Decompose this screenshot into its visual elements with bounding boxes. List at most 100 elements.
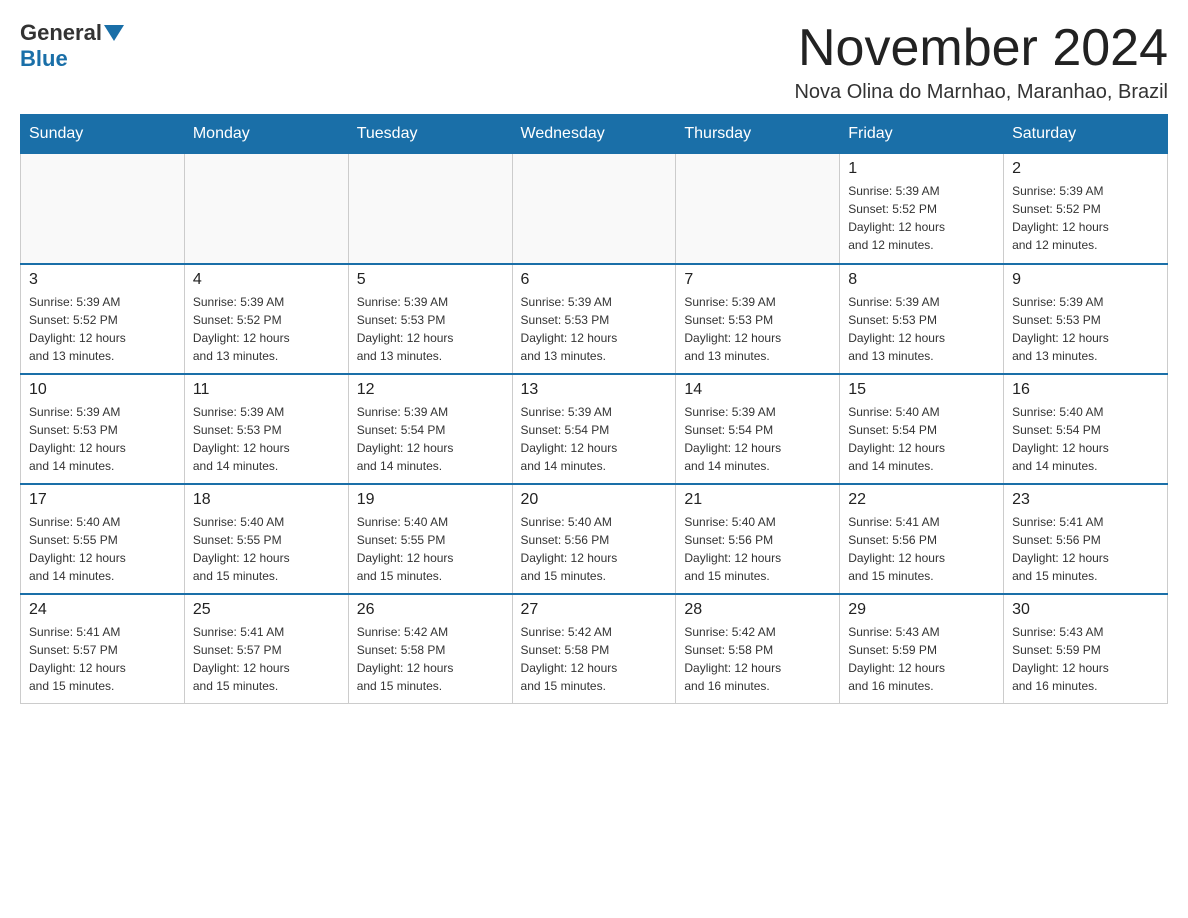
- day-number: 7: [684, 271, 831, 289]
- calendar-cell: [512, 154, 676, 264]
- day-info: Sunrise: 5:40 AMSunset: 5:55 PMDaylight:…: [193, 513, 340, 585]
- calendar-week-row: 17 Sunrise: 5:40 AMSunset: 5:55 PMDayligh…: [21, 484, 1168, 594]
- day-info: Sunrise: 5:43 AMSunset: 5:59 PMDaylight:…: [1012, 623, 1159, 695]
- day-number: 6: [521, 271, 668, 289]
- calendar-cell: 3 Sunrise: 5:39 AMSunset: 5:52 PMDaylight…: [21, 264, 185, 374]
- calendar-cell: 9Sunrise: 5:39 AMSunset: 5:53 PMDaylight…: [1004, 264, 1168, 374]
- day-info: Sunrise: 5:42 AMSunset: 5:58 PMDaylight:…: [357, 623, 504, 695]
- day-number: 28: [684, 601, 831, 619]
- day-number: 30: [1012, 601, 1159, 619]
- day-info: Sunrise: 5:42 AMSunset: 5:58 PMDaylight:…: [521, 623, 668, 695]
- day-number: 12: [357, 381, 504, 399]
- logo-general-text: General: [20, 20, 102, 46]
- calendar-cell: [348, 154, 512, 264]
- calendar-cell: 14Sunrise: 5:39 AMSunset: 5:54 PMDayligh…: [676, 374, 840, 484]
- calendar-cell: 20 Sunrise: 5:40 AMSunset: 5:56 PMDayligh…: [512, 484, 676, 594]
- calendar-cell: 23 Sunrise: 5:41 AMSunset: 5:56 PMDayligh…: [1004, 484, 1168, 594]
- day-info: Sunrise: 5:39 AMSunset: 5:54 PMDaylight:…: [357, 403, 504, 475]
- day-number: 10: [29, 381, 176, 399]
- title-section: November 2024 Nova Olina do Marnhao, Mar…: [794, 20, 1168, 104]
- calendar-cell: 26 Sunrise: 5:42 AMSunset: 5:58 PMDayligh…: [348, 594, 512, 704]
- weekday-header-tuesday: Tuesday: [348, 115, 512, 154]
- day-info: Sunrise: 5:43 AMSunset: 5:59 PMDaylight:…: [848, 623, 995, 695]
- day-info: Sunrise: 5:40 AMSunset: 5:55 PMDaylight:…: [29, 513, 176, 585]
- day-info: Sunrise: 5:39 AMSunset: 5:53 PMDaylight:…: [684, 293, 831, 365]
- day-number: 13: [521, 381, 668, 399]
- calendar-cell: 28Sunrise: 5:42 AMSunset: 5:58 PMDayligh…: [676, 594, 840, 704]
- calendar-cell: 4 Sunrise: 5:39 AMSunset: 5:52 PMDaylight…: [184, 264, 348, 374]
- calendar-week-row: 24Sunrise: 5:41 AMSunset: 5:57 PMDayligh…: [21, 594, 1168, 704]
- day-info: Sunrise: 5:39 AMSunset: 5:53 PMDaylight:…: [521, 293, 668, 365]
- calendar-cell: 21 Sunrise: 5:40 AMSunset: 5:56 PMDayligh…: [676, 484, 840, 594]
- day-number: 18: [193, 491, 340, 509]
- day-number: 15: [848, 381, 995, 399]
- calendar-cell: [21, 154, 185, 264]
- day-number: 16: [1012, 381, 1159, 399]
- day-number: 19: [357, 491, 504, 509]
- logo-blue-text: Blue: [20, 46, 68, 71]
- weekday-header-saturday: Saturday: [1004, 115, 1168, 154]
- day-number: 25: [193, 601, 340, 619]
- calendar-cell: 30 Sunrise: 5:43 AMSunset: 5:59 PMDayligh…: [1004, 594, 1168, 704]
- day-info: Sunrise: 5:39 AMSunset: 5:52 PMDaylight:…: [29, 293, 176, 365]
- day-number: 11: [193, 381, 340, 399]
- day-number: 27: [521, 601, 668, 619]
- calendar-week-row: 3 Sunrise: 5:39 AMSunset: 5:52 PMDaylight…: [21, 264, 1168, 374]
- day-info: Sunrise: 5:40 AMSunset: 5:56 PMDaylight:…: [684, 513, 831, 585]
- calendar-cell: 25 Sunrise: 5:41 AMSunset: 5:57 PMDayligh…: [184, 594, 348, 704]
- weekday-header-wednesday: Wednesday: [512, 115, 676, 154]
- calendar-cell: 22 Sunrise: 5:41 AMSunset: 5:56 PMDayligh…: [840, 484, 1004, 594]
- day-info: Sunrise: 5:40 AMSunset: 5:54 PMDaylight:…: [848, 403, 995, 475]
- calendar-cell: 24Sunrise: 5:41 AMSunset: 5:57 PMDayligh…: [21, 594, 185, 704]
- calendar-cell: [184, 154, 348, 264]
- calendar-cell: 12 Sunrise: 5:39 AMSunset: 5:54 PMDayligh…: [348, 374, 512, 484]
- day-info: Sunrise: 5:39 AMSunset: 5:53 PMDaylight:…: [29, 403, 176, 475]
- day-number: 29: [848, 601, 995, 619]
- day-info: Sunrise: 5:39 AMSunset: 5:52 PMDaylight:…: [193, 293, 340, 365]
- day-number: 22: [848, 491, 995, 509]
- calendar-cell: 2 Sunrise: 5:39 AMSunset: 5:52 PMDaylight…: [1004, 154, 1168, 264]
- day-info: Sunrise: 5:40 AMSunset: 5:54 PMDaylight:…: [1012, 403, 1159, 475]
- day-number: 2: [1012, 160, 1159, 178]
- calendar-cell: 16 Sunrise: 5:40 AMSunset: 5:54 PMDayligh…: [1004, 374, 1168, 484]
- day-number: 1: [848, 160, 995, 178]
- day-info: Sunrise: 5:40 AMSunset: 5:55 PMDaylight:…: [357, 513, 504, 585]
- day-info: Sunrise: 5:39 AMSunset: 5:52 PMDaylight:…: [848, 182, 995, 254]
- day-number: 4: [193, 271, 340, 289]
- calendar-cell: 10 Sunrise: 5:39 AMSunset: 5:53 PMDayligh…: [21, 374, 185, 484]
- day-number: 3: [29, 271, 176, 289]
- calendar-cell: 11Sunrise: 5:39 AMSunset: 5:53 PMDayligh…: [184, 374, 348, 484]
- calendar-week-row: 1 Sunrise: 5:39 AMSunset: 5:52 PMDaylight…: [21, 154, 1168, 264]
- calendar-table: SundayMondayTuesdayWednesdayThursdayFrid…: [20, 114, 1168, 704]
- day-number: 20: [521, 491, 668, 509]
- calendar-cell: 1 Sunrise: 5:39 AMSunset: 5:52 PMDaylight…: [840, 154, 1004, 264]
- day-info: Sunrise: 5:40 AMSunset: 5:56 PMDaylight:…: [521, 513, 668, 585]
- weekday-header-monday: Monday: [184, 115, 348, 154]
- page-header: General Blue November 2024 Nova Olina do…: [20, 20, 1168, 104]
- day-info: Sunrise: 5:39 AMSunset: 5:53 PMDaylight:…: [848, 293, 995, 365]
- day-number: 9: [1012, 271, 1159, 289]
- day-info: Sunrise: 5:41 AMSunset: 5:56 PMDaylight:…: [848, 513, 995, 585]
- day-info: Sunrise: 5:39 AMSunset: 5:52 PMDaylight:…: [1012, 182, 1159, 254]
- day-number: 26: [357, 601, 504, 619]
- calendar-cell: 5Sunrise: 5:39 AMSunset: 5:53 PMDaylight…: [348, 264, 512, 374]
- weekday-header-friday: Friday: [840, 115, 1004, 154]
- day-info: Sunrise: 5:39 AMSunset: 5:53 PMDaylight:…: [357, 293, 504, 365]
- logo-arrow-icon: [104, 25, 124, 41]
- day-number: 23: [1012, 491, 1159, 509]
- day-number: 21: [684, 491, 831, 509]
- day-info: Sunrise: 5:41 AMSunset: 5:56 PMDaylight:…: [1012, 513, 1159, 585]
- day-info: Sunrise: 5:39 AMSunset: 5:54 PMDaylight:…: [521, 403, 668, 475]
- calendar-cell: 27 Sunrise: 5:42 AMSunset: 5:58 PMDayligh…: [512, 594, 676, 704]
- calendar-header-row: SundayMondayTuesdayWednesdayThursdayFrid…: [21, 115, 1168, 154]
- calendar-week-row: 10 Sunrise: 5:39 AMSunset: 5:53 PMDayligh…: [21, 374, 1168, 484]
- day-number: 14: [684, 381, 831, 399]
- month-title: November 2024: [794, 20, 1168, 77]
- calendar-cell: [676, 154, 840, 264]
- weekday-header-thursday: Thursday: [676, 115, 840, 154]
- weekday-header-sunday: Sunday: [21, 115, 185, 154]
- day-info: Sunrise: 5:41 AMSunset: 5:57 PMDaylight:…: [193, 623, 340, 695]
- day-number: 17: [29, 491, 176, 509]
- calendar-cell: 7 Sunrise: 5:39 AMSunset: 5:53 PMDaylight…: [676, 264, 840, 374]
- day-info: Sunrise: 5:41 AMSunset: 5:57 PMDaylight:…: [29, 623, 176, 695]
